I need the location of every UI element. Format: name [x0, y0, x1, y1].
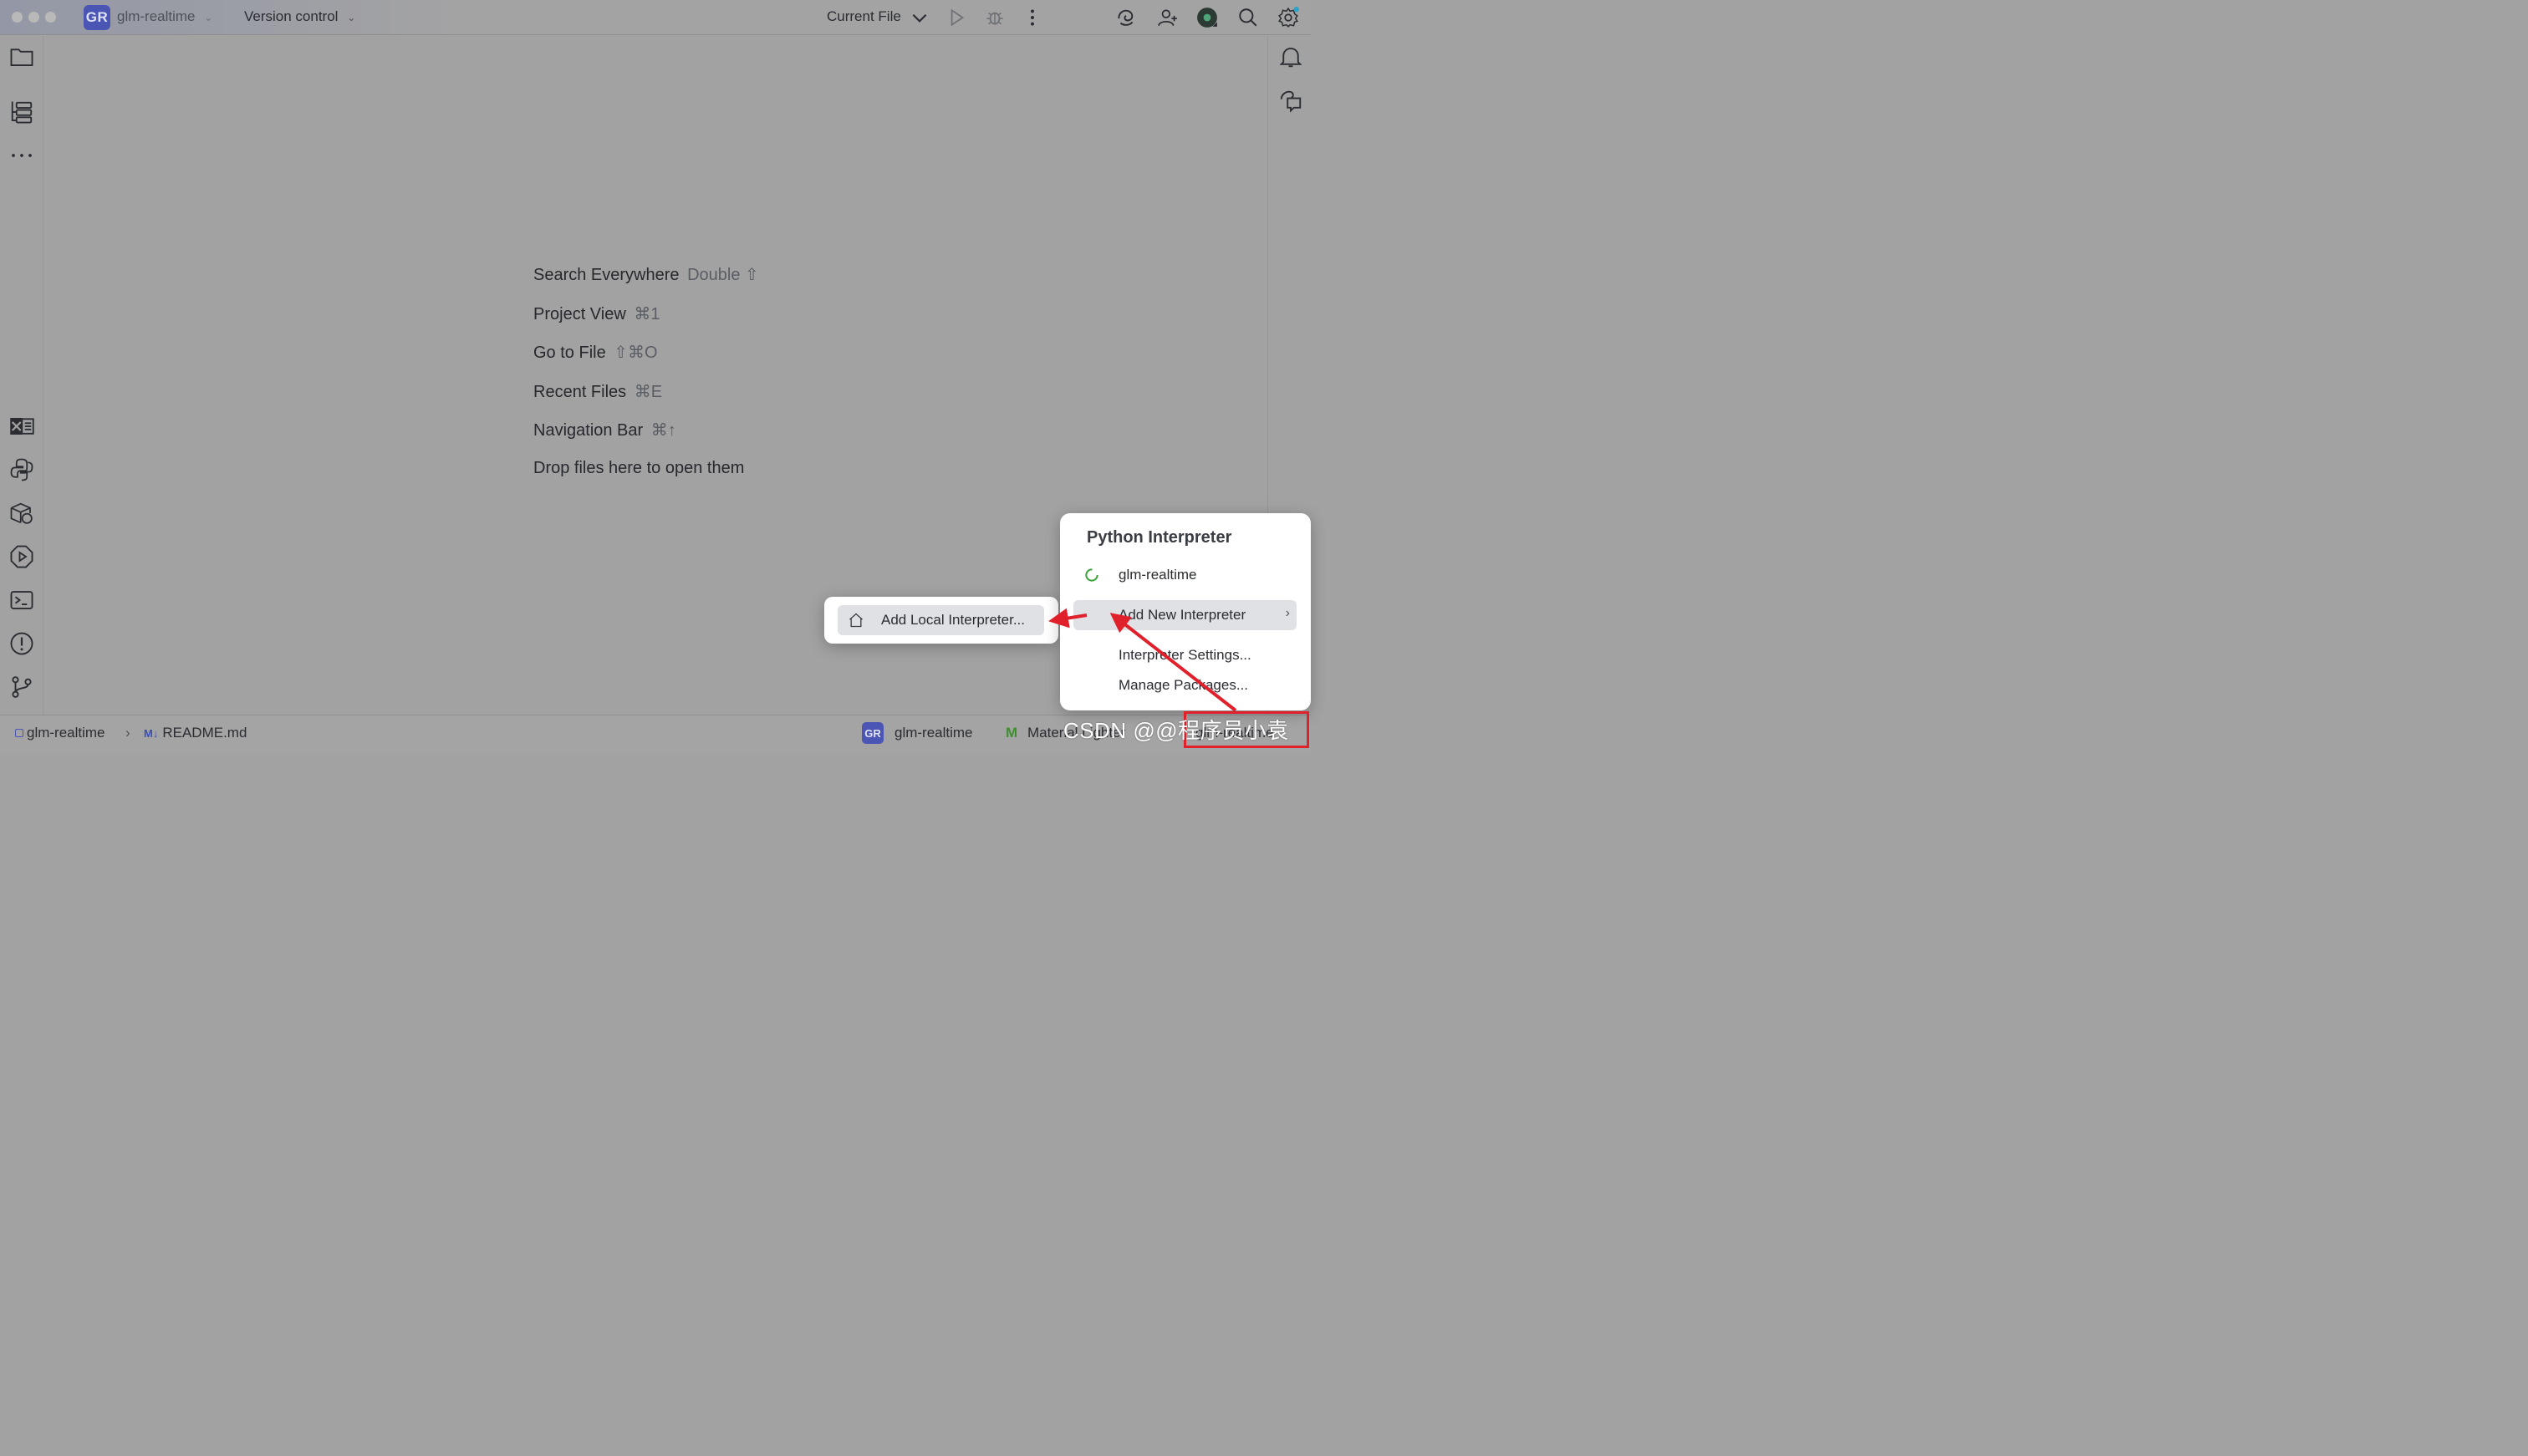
structure-icon[interactable] — [8, 98, 36, 126]
notifications-icon[interactable] — [1277, 43, 1305, 71]
hint-search-everywhere: Search Everywhere Double ⇧ — [533, 264, 759, 303]
markdown-icon: M↓ — [144, 727, 159, 740]
module-icon — [15, 729, 23, 737]
breadcrumb-file-label: README.md — [162, 725, 247, 741]
add-local-interpreter-item[interactable]: Add Local Interpreter... — [838, 605, 1044, 635]
breadcrumb-project-label: glm-realtime — [27, 725, 105, 741]
interpreter-badge[interactable]: GR — [862, 722, 884, 744]
breadcrumb-project[interactable]: glm-realtime — [15, 725, 105, 741]
hint-label: Recent Files — [533, 382, 627, 401]
search-icon[interactable] — [1236, 6, 1260, 29]
hint-shortcut: ⌘↑ — [650, 421, 676, 440]
run-config-label: Current File — [827, 8, 901, 24]
vcs-label: Version control — [244, 8, 339, 24]
ai-chat-icon[interactable] — [1277, 86, 1305, 115]
title-bar: GR glm-realtime ⌄ Version control ⌄ Curr… — [0, 0, 1311, 35]
loading-spinner-icon — [1083, 567, 1100, 583]
hint-project-view: Project View ⌘1 — [533, 303, 759, 343]
run-icon[interactable] — [945, 6, 968, 29]
project-badge[interactable]: GR — [84, 5, 110, 30]
zoom-window-button[interactable] — [45, 12, 56, 23]
add-local-interpreter-label: Add Local Interpreter... — [881, 612, 1025, 628]
interpreter-widget[interactable]: glm-realtime — [894, 725, 973, 741]
minimize-window-button[interactable] — [28, 12, 39, 23]
avatar[interactable] — [1195, 6, 1219, 29]
hint-shortcut: ⇧⌘O — [614, 344, 658, 363]
interpreter-settings-item[interactable]: Interpreter Settings... — [1119, 647, 1251, 664]
python-packages-icon[interactable] — [8, 499, 36, 527]
ai-assistant-icon[interactable] — [1114, 6, 1138, 29]
editor-empty-hints: Search Everywhere Double ⇧ Project View … — [533, 264, 759, 498]
folder-icon[interactable] — [8, 43, 36, 71]
add-new-interpreter-item[interactable]: Add New Interpreter › — [1073, 600, 1297, 630]
vcs-dropdown[interactable]: Version control ⌄ — [244, 8, 355, 25]
breadcrumb-file[interactable]: M↓ README.md — [144, 725, 247, 741]
run-config-dropdown[interactable]: Current File — [827, 8, 901, 25]
close-window-button[interactable] — [12, 12, 23, 23]
popup-title: Python Interpreter — [1087, 528, 1232, 547]
material-theme-icon: M — [1006, 725, 1018, 741]
python-interpreter-popup: Python Interpreter glm-realtime Add New … — [1060, 513, 1311, 710]
hint-shortcut: ⌘E — [634, 382, 663, 401]
current-interpreter-item[interactable]: glm-realtime — [1119, 567, 1197, 583]
more-vertical-icon[interactable] — [1021, 6, 1044, 29]
hint-label: Drop files here to open them — [533, 458, 745, 477]
git-icon[interactable] — [8, 673, 36, 701]
problems-icon[interactable] — [8, 629, 36, 658]
hint-navigation-bar: Navigation Bar ⌘↑ — [533, 420, 759, 459]
more-horizontal-icon[interactable] — [8, 141, 36, 170]
python-console-icon[interactable] — [8, 456, 36, 484]
settings-icon[interactable] — [1277, 6, 1300, 29]
services-icon[interactable] — [8, 542, 36, 571]
add-interpreter-submenu: Add Local Interpreter... — [824, 597, 1058, 644]
terminal-icon[interactable] — [8, 586, 36, 614]
chevron-right-icon: › — [125, 725, 130, 741]
debug-icon[interactable] — [983, 6, 1007, 29]
chevron-down-icon: ⌄ — [204, 12, 213, 23]
hint-label: Go to File — [533, 344, 606, 363]
watermark: CSDN @@程序员小袁 — [1063, 718, 1289, 743]
hint-shortcut: ⌘1 — [634, 304, 660, 323]
project-name: glm-realtime — [117, 8, 196, 24]
project-name-dropdown[interactable]: glm-realtime ⌄ — [117, 8, 212, 25]
add-user-icon[interactable] — [1156, 6, 1180, 29]
hint-label: Navigation Bar — [533, 421, 644, 440]
hint-shortcut: Double ⇧ — [687, 266, 759, 284]
hint-recent-files: Recent Files ⌘E — [533, 381, 759, 420]
manage-packages-item[interactable]: Manage Packages... — [1119, 677, 1248, 694]
hint-label: Project View — [533, 304, 626, 323]
excel-icon[interactable] — [8, 412, 36, 440]
home-icon — [848, 612, 864, 629]
hint-go-to-file: Go to File ⇧⌘O — [533, 342, 759, 381]
left-tool-window-bar — [0, 36, 43, 715]
add-new-interpreter-label: Add New Interpreter — [1119, 607, 1246, 623]
chevron-down-icon: ⌄ — [347, 12, 356, 23]
hint-label: Search Everywhere — [533, 266, 680, 284]
chevron-down-icon[interactable] — [908, 6, 931, 29]
chevron-right-icon: › — [1285, 606, 1290, 620]
hint-drop-files: Drop files here to open them — [533, 459, 759, 498]
